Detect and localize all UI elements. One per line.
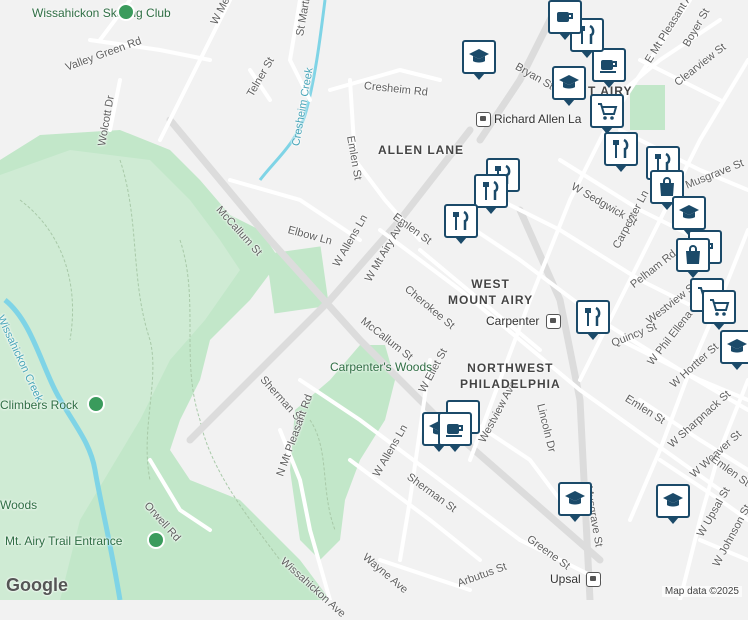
park-block bbox=[266, 246, 329, 314]
school-pin-icon[interactable] bbox=[672, 196, 706, 236]
shopping-cart-pin-icon[interactable] bbox=[590, 94, 624, 134]
restaurant-pin-icon[interactable] bbox=[474, 174, 508, 214]
neighborhood-label: ALLEN LANE bbox=[378, 143, 464, 157]
school-pin-icon[interactable] bbox=[462, 40, 496, 80]
trailhead-marker-icon[interactable] bbox=[147, 531, 165, 549]
map-attribution[interactable]: Map data ©2025 bbox=[661, 586, 742, 597]
transit-station-icon[interactable] bbox=[476, 112, 491, 127]
transit-station-icon[interactable] bbox=[586, 572, 601, 587]
poi-label[interactable]: Wissahickon Skating Club bbox=[32, 6, 171, 20]
school-pin-icon[interactable] bbox=[552, 66, 586, 106]
neighborhood-line: WEST bbox=[471, 277, 510, 291]
school-pin-icon[interactable] bbox=[558, 482, 592, 522]
google-logo: Google bbox=[6, 575, 68, 595]
park-block bbox=[630, 85, 665, 130]
park-marker-icon[interactable] bbox=[87, 395, 105, 413]
shopping-bag-pin-icon[interactable] bbox=[676, 238, 710, 278]
transit-label[interactable]: Richard Allen La bbox=[494, 112, 581, 126]
neighborhood-label: WEST MOUNT AIRY bbox=[448, 276, 533, 308]
transit-label[interactable]: Carpenter bbox=[486, 314, 539, 328]
neighborhood-line: MOUNT AIRY bbox=[448, 293, 534, 307]
school-pin-icon[interactable] bbox=[720, 330, 748, 370]
poi-label[interactable]: Carpenter's Woods bbox=[330, 360, 432, 374]
neighborhood-line: PHILADELPHIA bbox=[460, 377, 561, 391]
cafe-pin-icon[interactable] bbox=[438, 412, 472, 452]
park-marker-icon[interactable] bbox=[117, 3, 135, 21]
transit-station-icon[interactable] bbox=[546, 314, 561, 329]
restaurant-pin-icon[interactable] bbox=[444, 204, 478, 244]
neighborhood-line: NORTHWEST bbox=[467, 361, 554, 375]
restaurant-pin-icon[interactable] bbox=[604, 132, 638, 172]
restaurant-pin-icon[interactable] bbox=[576, 300, 610, 340]
poi-label[interactable]: Climbers Rock bbox=[0, 398, 78, 412]
school-pin-icon[interactable] bbox=[656, 484, 690, 524]
cafe-pin-icon[interactable] bbox=[592, 48, 626, 88]
neighborhood-label: NORTHWEST PHILADELPHIA bbox=[460, 360, 561, 392]
poi-label[interactable]: Mt. Airy Trail Entrance bbox=[5, 534, 122, 548]
transit-label[interactable]: Upsal bbox=[550, 572, 581, 586]
poi-label: Woods bbox=[0, 498, 38, 512]
cafe-pin-icon[interactable] bbox=[548, 0, 582, 40]
shopping-cart-pin-icon[interactable] bbox=[702, 290, 736, 330]
